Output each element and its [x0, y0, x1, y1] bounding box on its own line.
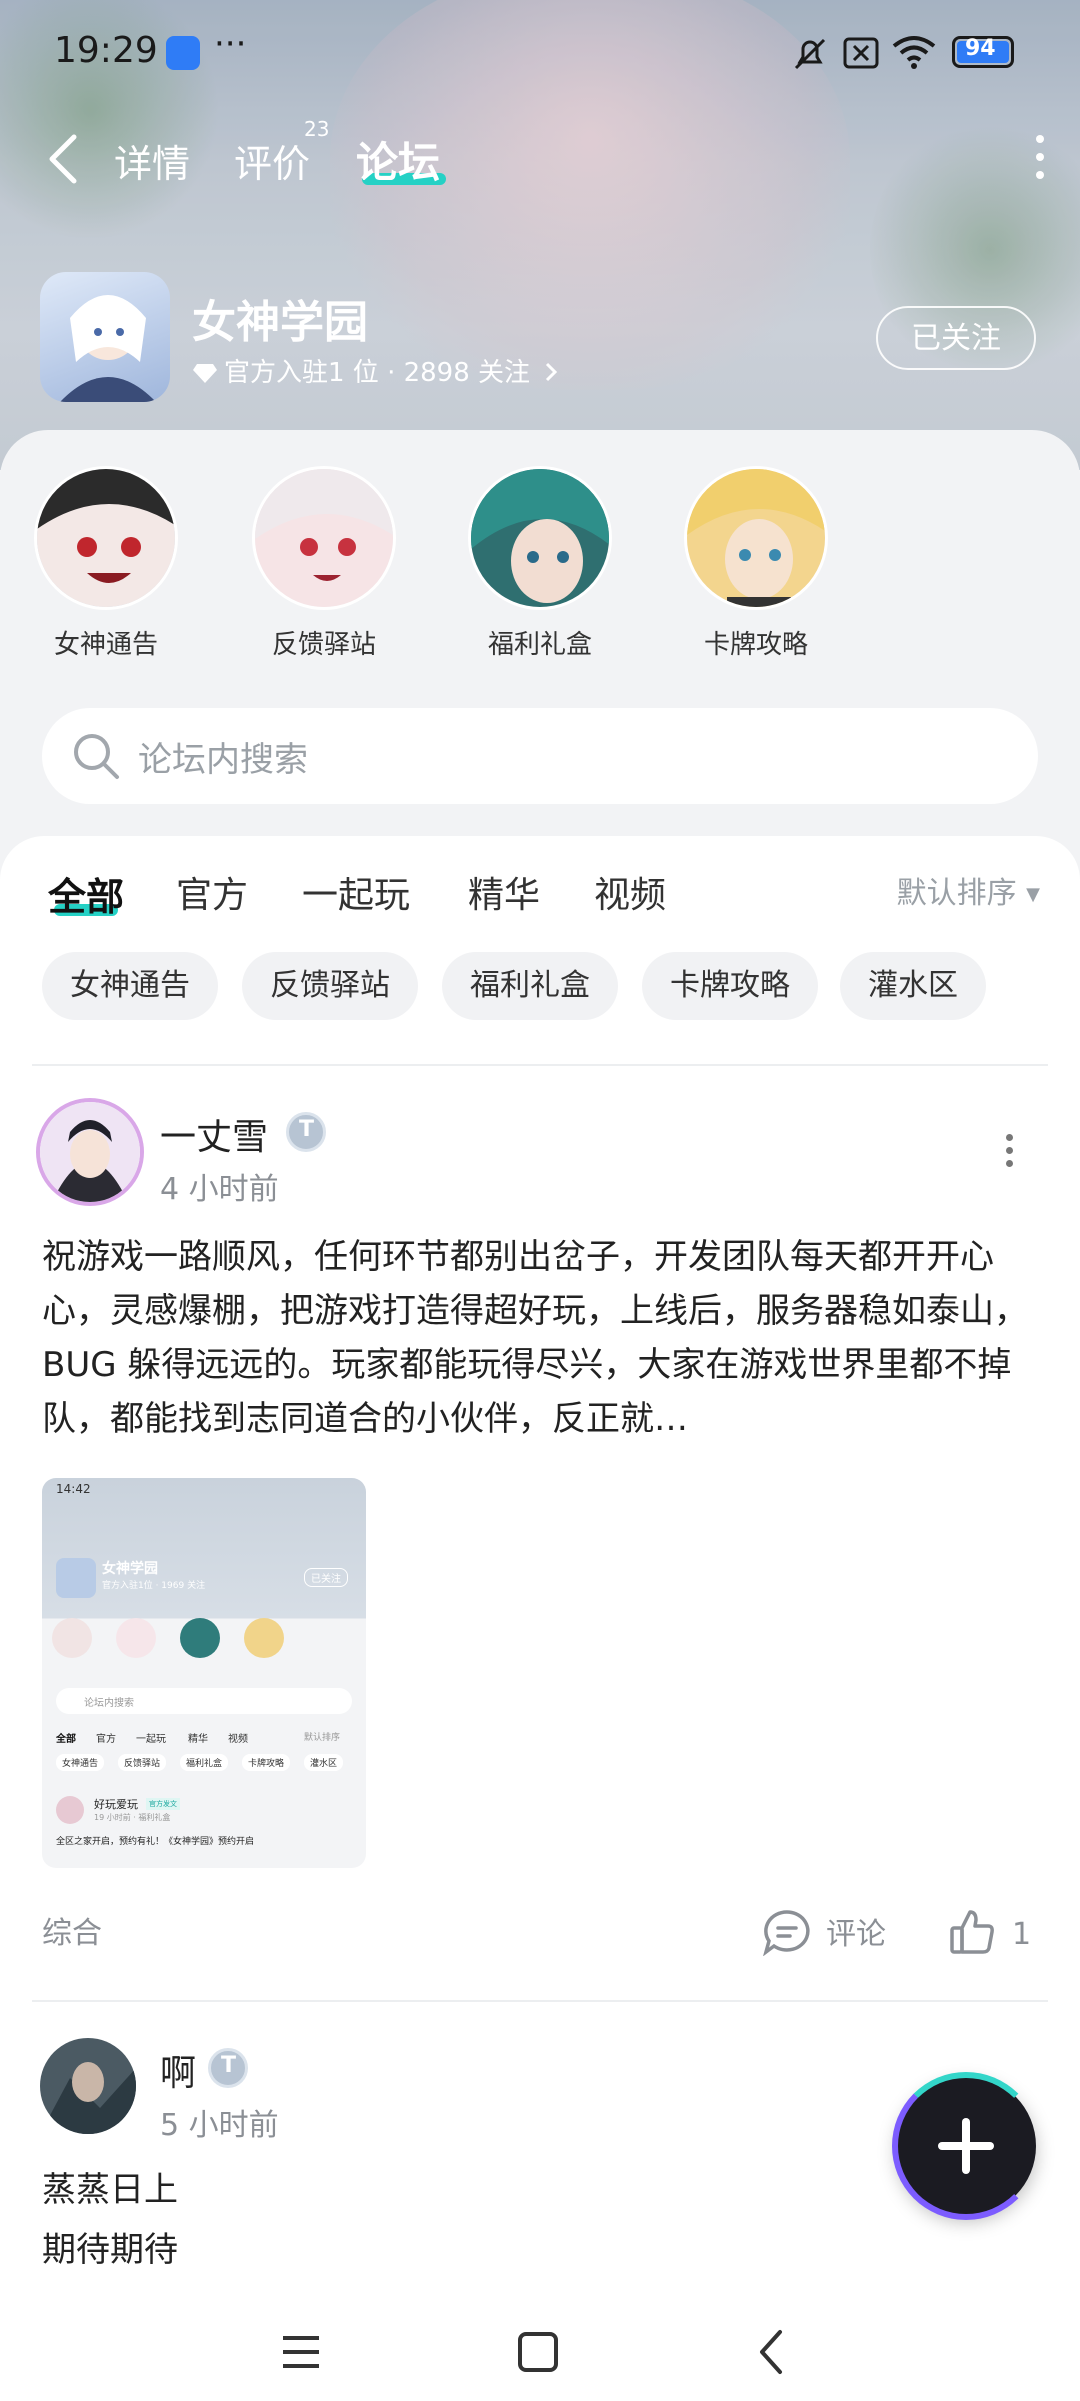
thumb-post-badge: 官方发文: [146, 1798, 180, 1810]
plus-icon: [938, 2118, 994, 2174]
home-icon[interactable]: [516, 2330, 560, 2374]
post-image-thumbnail[interactable]: 14:42 女神学园 官方入驻1位 · 1969 关注 已关注 论坛内搜索 全部…: [42, 1478, 366, 1868]
tab-forum[interactable]: 论坛: [356, 129, 440, 190]
like-count: 1: [1012, 1917, 1032, 1952]
post-body[interactable]: 祝游戏一路顺风，任何环节都别出岔子，开发团队每天都开开心心，灵感爆棚，把游戏打造…: [42, 1230, 1042, 1446]
thumb-tab: 官方: [96, 1734, 116, 1745]
thumb-post-time: 19 小时前 · 福利礼盒: [94, 1813, 171, 1822]
new-post-button[interactable]: [892, 2072, 1040, 2220]
thumbs-up-icon: [950, 1910, 994, 1954]
thumb-sub: 官方入驻1位 · 1969 关注: [102, 1581, 206, 1591]
battery-level: 94: [965, 36, 996, 61]
menu-icon[interactable]: [280, 2332, 322, 2372]
user-level-badge-icon: [286, 1112, 326, 1152]
followed-button[interactable]: 已关注: [876, 306, 1036, 370]
section-label-gifts[interactable]: 福利礼盒: [455, 624, 625, 661]
post-author-name[interactable]: 啊: [160, 2044, 196, 2096]
forum-search-input[interactable]: 论坛内搜索: [42, 708, 1038, 804]
comment-label: 评论: [826, 1917, 886, 1952]
top-nav: 详情 评价 23 论坛: [0, 117, 1080, 195]
section-label-feedback[interactable]: 反馈驿站: [239, 624, 409, 661]
comment-icon: [762, 1910, 810, 1957]
post-time: 4 小时前: [160, 1172, 279, 1207]
dropdown-caret-icon: ▼: [1026, 884, 1040, 905]
tab-details[interactable]: 详情: [114, 133, 190, 188]
thumb-time: 14:42: [56, 1482, 91, 1496]
divider: [32, 2000, 1048, 2002]
post-author-avatar[interactable]: [36, 1098, 144, 1206]
thumb-tab: 一起玩: [136, 1734, 166, 1745]
status-more: ···: [214, 24, 247, 64]
thumb-tab: 视频: [228, 1734, 248, 1745]
thumb-title: 女神学园: [102, 1561, 158, 1577]
thumb-post-line: 全区之家开启，预约有礼！《女神学园》预约开启: [56, 1837, 255, 1847]
thumb-search: 论坛内搜索: [84, 1698, 134, 1709]
game-meta[interactable]: 官方入驻1 位 · 2898 关注: [192, 352, 558, 389]
thumb-post-user: 好玩爱玩: [94, 1798, 138, 1811]
post-body-line: 期待期待: [42, 2230, 178, 2270]
post-body[interactable]: 蒸蒸日上 期待期待: [42, 2160, 178, 2280]
game-icon: [40, 272, 170, 402]
wifi-icon: [892, 36, 936, 69]
section-avatar-announcements[interactable]: [34, 466, 178, 610]
chip-announcements[interactable]: 女神通告: [42, 952, 218, 1020]
post-category-tag[interactable]: 综合: [42, 1908, 102, 1952]
more-options-icon[interactable]: [1032, 135, 1048, 185]
post-time: 5 小时前: [160, 2108, 279, 2143]
divider: [32, 1064, 1048, 1066]
sort-label: 默认排序: [896, 876, 1017, 911]
thumb-chip: 女神通告: [56, 1754, 105, 1771]
filter-tab-play-together[interactable]: 一起玩: [302, 866, 410, 918]
status-time: 19:29: [54, 30, 158, 71]
diamond-icon: [193, 364, 217, 383]
filter-tab-official[interactable]: 官方: [176, 866, 248, 918]
filter-tab-video[interactable]: 视频: [594, 866, 666, 918]
thumb-chip: 福利礼盒: [180, 1754, 229, 1771]
post-author-name[interactable]: 一丈雪: [160, 1108, 268, 1160]
status-bar: 19:29 ··· 94: [0, 22, 1080, 86]
thumb-sort: 默认排序: [304, 1733, 341, 1743]
section-avatar-card-guides[interactable]: [684, 466, 828, 610]
sort-dropdown[interactable]: 默认排序 ▼: [897, 868, 1040, 912]
back-icon[interactable]: [756, 2328, 786, 2376]
game-meta-text: 官方入驻1 位 · 2898 关注: [224, 358, 531, 388]
app-notification-icon: [166, 36, 200, 70]
section-avatar-feedback[interactable]: [252, 466, 396, 610]
post-author-avatar[interactable]: [40, 2038, 136, 2134]
chevron-right-icon: [546, 362, 558, 382]
thumb-follow: 已关注: [304, 1568, 348, 1587]
game-title: 女神学园: [192, 297, 368, 348]
chip-card-guides[interactable]: 卡牌攻略: [642, 952, 818, 1020]
user-level-badge-icon: [208, 2048, 248, 2088]
thumb-game-icon: [56, 1558, 96, 1598]
no-sim-icon: [843, 37, 879, 69]
comment-button[interactable]: 评论: [762, 1908, 886, 1957]
thumb-tab: 全部: [56, 1734, 76, 1745]
system-navigation-bar: [0, 2300, 1080, 2401]
post-more-icon[interactable]: [1006, 1134, 1014, 1174]
search-icon: [74, 734, 119, 779]
chip-chat[interactable]: 灌水区: [840, 952, 986, 1020]
reviews-count: 23: [304, 117, 330, 141]
tab-reviews[interactable]: 评价: [234, 133, 310, 188]
section-avatar-gifts[interactable]: [468, 466, 612, 610]
like-button[interactable]: 1: [948, 1908, 1031, 1956]
search-placeholder: 论坛内搜索: [138, 740, 308, 780]
post-body-line: 蒸蒸日上: [42, 2170, 178, 2210]
filter-tab-all[interactable]: 全部: [48, 866, 124, 921]
back-arrow-icon[interactable]: [40, 131, 86, 187]
thumb-chip: 灌水区: [304, 1754, 344, 1771]
section-label-card-guides[interactable]: 卡牌攻略: [671, 624, 841, 661]
chip-feedback[interactable]: 反馈驿站: [242, 952, 418, 1020]
thumb-chip: 卡牌攻略: [242, 1754, 291, 1771]
chip-gifts[interactable]: 福利礼盒: [442, 952, 618, 1020]
battery-icon: 94: [952, 36, 1014, 68]
thumb-tab: 精华: [188, 1734, 208, 1745]
filter-tab-featured[interactable]: 精华: [468, 866, 540, 918]
thumb-chip: 反馈驿站: [118, 1754, 167, 1771]
section-label-announcements[interactable]: 女神通告: [21, 624, 191, 661]
mute-bell-icon: [794, 38, 826, 70]
